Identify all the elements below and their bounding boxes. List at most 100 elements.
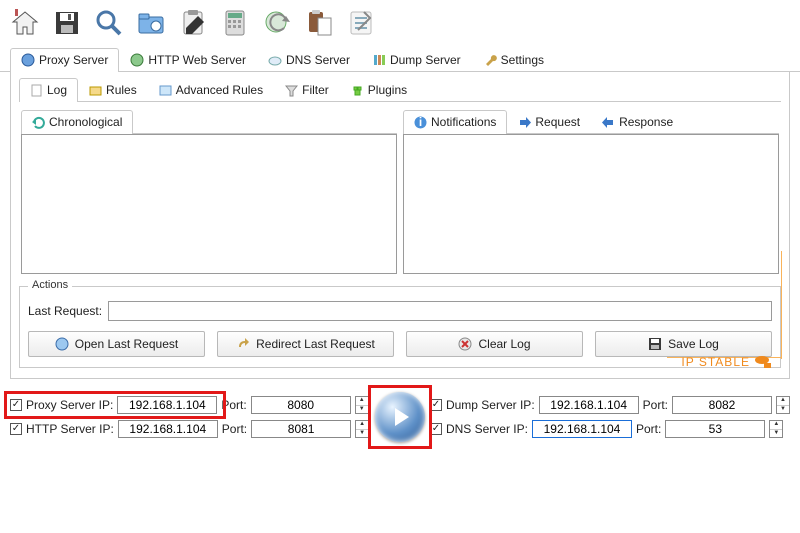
info-icon: i [414, 116, 427, 129]
button-label: Save Log [668, 337, 719, 351]
left-server-column: ✓ Proxy Server IP: Port: ▲▼ ✓ HTTP Serve… [10, 396, 369, 438]
log-area: Chronological i Notifications Request Re… [19, 108, 781, 280]
redirect-last-request-button[interactable]: Redirect Last Request [217, 331, 394, 357]
proxy-port-input[interactable] [251, 396, 351, 414]
last-request-label: Last Request: [28, 304, 102, 318]
bars-icon [372, 53, 386, 67]
folder-icon[interactable] [132, 4, 170, 42]
subtab-label: Log [47, 83, 67, 97]
dns-ip-input[interactable] [532, 420, 632, 438]
tab-label: Dump Server [390, 53, 461, 67]
home-icon[interactable] [6, 4, 44, 42]
tab-http-server[interactable]: HTTP Web Server [119, 48, 257, 71]
redirect-icon [236, 337, 250, 351]
dump-ip-input[interactable] [539, 396, 639, 414]
logtab-request[interactable]: Request [507, 110, 591, 133]
logtab-label: Chronological [49, 115, 122, 129]
arrow-left-icon [602, 116, 615, 129]
clipboard-icon[interactable] [174, 4, 212, 42]
subtab-advanced-rules[interactable]: Advanced Rules [148, 78, 274, 101]
http-port-spinner[interactable]: ▲▼ [355, 420, 369, 438]
play-button-wrap [370, 387, 430, 447]
rules-icon [89, 84, 102, 97]
actions-group: Actions Last Request: Open Last Request … [19, 286, 781, 368]
dump-checkbox[interactable]: ✓ [430, 399, 442, 411]
subtab-label: Filter [302, 83, 329, 97]
logtab-notifications[interactable]: i Notifications [403, 110, 507, 133]
subtab-plugins[interactable]: Plugins [340, 78, 418, 101]
dump-port-input[interactable] [672, 396, 772, 414]
cloud-icon [268, 53, 282, 67]
save-icon[interactable] [48, 4, 86, 42]
proxy-server-row: ✓ Proxy Server IP: Port: ▲▼ [10, 396, 369, 414]
logtab-chronological[interactable]: Chronological [21, 110, 133, 133]
dump-server-row: ✓ Dump Server IP: Port: ▲▼ [430, 396, 790, 414]
globe-icon [21, 53, 35, 67]
http-port-input[interactable] [251, 420, 351, 438]
subtab-label: Advanced Rules [176, 83, 263, 97]
tab-label: HTTP Web Server [148, 53, 246, 67]
globe-icon [55, 337, 69, 351]
log-right-column: i Notifications Request Response [403, 110, 779, 274]
dump-port-spinner[interactable]: ▲▼ [776, 396, 790, 414]
dns-port-spinner[interactable]: ▲▼ [769, 420, 783, 438]
tab-label: Proxy Server [39, 53, 108, 67]
start-button[interactable] [375, 392, 425, 442]
tab-settings[interactable]: Settings [472, 48, 555, 71]
clear-log-button[interactable]: Clear Log [406, 331, 583, 357]
cloud-server-icon [754, 355, 772, 369]
tab-dns-server[interactable]: DNS Server [257, 48, 361, 71]
save-log-button[interactable]: Save Log [595, 331, 772, 357]
tab-proxy-server[interactable]: Proxy Server [10, 48, 119, 71]
paste-icon[interactable] [300, 4, 338, 42]
button-label: Open Last Request [75, 337, 178, 351]
refresh-icon [32, 116, 45, 129]
port-label: Port: [222, 422, 247, 436]
http-server-row: ✓ HTTP Server IP: Port: ▲▼ [10, 420, 369, 438]
sub-tab-bar: Log Rules Advanced Rules Filter Plugins [19, 78, 781, 102]
logtab-label: Request [535, 115, 580, 129]
subtab-filter[interactable]: Filter [274, 78, 340, 101]
proxy-port-spinner[interactable]: ▲▼ [355, 396, 369, 414]
arrow-right-icon [518, 116, 531, 129]
doc-icon [30, 84, 43, 97]
main-tab-bar: Proxy Server HTTP Web Server DNS Server … [0, 48, 800, 72]
http-checkbox[interactable]: ✓ [10, 423, 22, 435]
adv-rules-icon [159, 84, 172, 97]
main-toolbar [0, 0, 800, 46]
svg-text:i: i [419, 116, 422, 129]
clear-icon [458, 337, 472, 351]
button-label: Redirect Last Request [256, 337, 375, 351]
port-label: Port: [636, 422, 661, 436]
bottom-server-bar: IP STABLE ✓ Proxy Server IP: Port: ▲▼ ✓ … [0, 379, 800, 449]
watermark-text: IP STABLE [681, 355, 750, 369]
subtab-log[interactable]: Log [19, 78, 78, 101]
globe-refresh-icon[interactable] [258, 4, 296, 42]
dns-port-input[interactable] [665, 420, 765, 438]
notifications-log-box[interactable] [403, 134, 779, 274]
tab-dump-server[interactable]: Dump Server [361, 48, 472, 71]
checklist-icon[interactable] [342, 4, 380, 42]
subtab-rules[interactable]: Rules [78, 78, 148, 101]
logtab-response[interactable]: Response [591, 110, 684, 133]
logtab-label: Notifications [431, 115, 496, 129]
chronological-log-box[interactable] [21, 134, 397, 274]
save-icon [648, 337, 662, 351]
server-label: Dump Server IP: [446, 398, 535, 412]
dns-checkbox[interactable]: ✓ [430, 423, 442, 435]
log-left-column: Chronological [21, 110, 397, 274]
watermark-ipstable: IP STABLE [681, 355, 772, 369]
logtab-label: Response [619, 115, 673, 129]
last-request-input[interactable] [108, 301, 772, 321]
calculator-icon[interactable] [216, 4, 254, 42]
proxy-checkbox[interactable]: ✓ [10, 399, 22, 411]
play-icon [395, 408, 409, 426]
http-ip-input[interactable] [118, 420, 218, 438]
filter-icon [285, 84, 298, 97]
tab-label: DNS Server [286, 53, 350, 67]
open-last-request-button[interactable]: Open Last Request [28, 331, 205, 357]
dns-server-row: ✓ DNS Server IP: Port: ▲▼ [430, 420, 790, 438]
search-icon[interactable] [90, 4, 128, 42]
proxy-ip-input[interactable] [117, 396, 217, 414]
proxy-server-pane: Log Rules Advanced Rules Filter Plugins … [10, 72, 790, 379]
